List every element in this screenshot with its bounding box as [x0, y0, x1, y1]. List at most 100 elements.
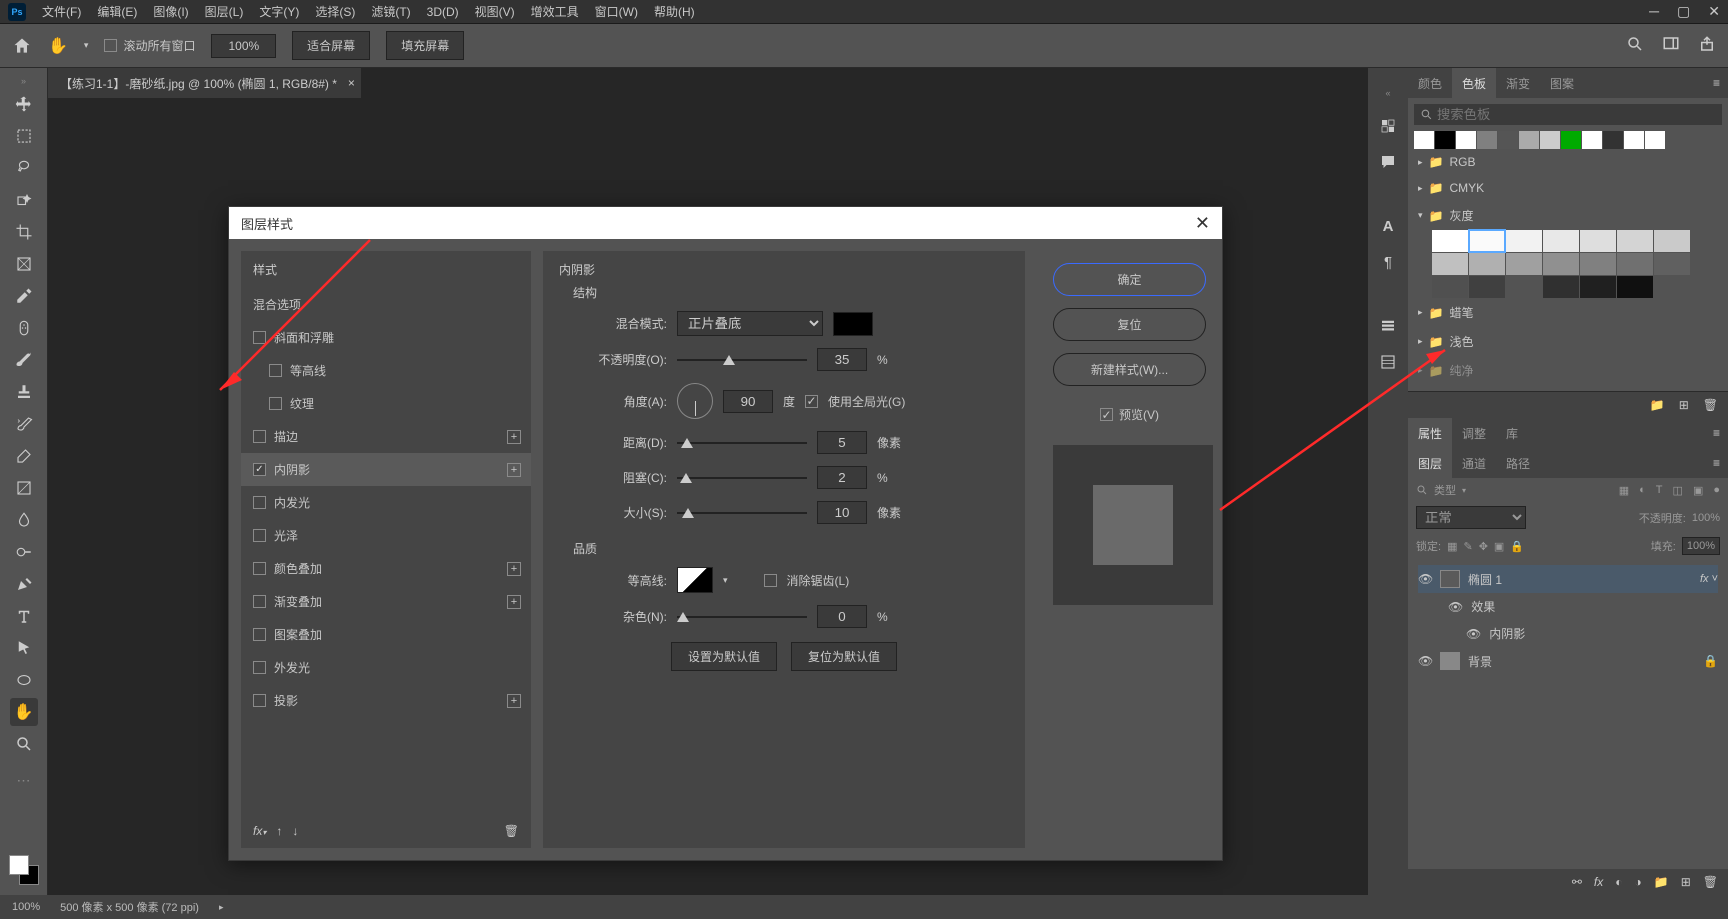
history-panel-icon[interactable] — [1374, 312, 1402, 340]
layer-fx-icon[interactable]: fx — [1594, 875, 1603, 889]
gray-swatch[interactable] — [1506, 253, 1542, 275]
light-group[interactable]: ▸📁浅色 — [1414, 327, 1722, 356]
layer-blend-mode[interactable]: 正常 — [1416, 506, 1526, 529]
layer-ellipse[interactable]: 👁 椭圆 1 fx ˅ — [1418, 565, 1718, 593]
layer-effects-row[interactable]: 👁 效果 — [1418, 593, 1718, 620]
effect-visibility-icon[interactable]: 👁 — [1466, 627, 1481, 641]
layer-background[interactable]: 👁 背景 🔒 — [1418, 647, 1718, 675]
gray-swatch[interactable] — [1654, 230, 1690, 252]
effect-checkbox[interactable] — [269, 364, 282, 377]
more-group[interactable]: ▸📁纯净 — [1414, 356, 1722, 385]
gray-group[interactable]: ▾📁灰度 — [1414, 201, 1722, 230]
dodge-tool[interactable] — [10, 538, 38, 566]
new-layer-icon[interactable]: ⊞ — [1681, 875, 1691, 889]
layer-fx-badge[interactable]: fx ˅ — [1700, 573, 1718, 585]
effect-item-10[interactable]: 外发光 — [241, 651, 531, 684]
menu-select[interactable]: 选择(S) — [315, 3, 355, 20]
minimize-icon[interactable]: ─ — [1649, 3, 1659, 20]
swatch[interactable] — [1540, 131, 1560, 149]
gray-swatch[interactable] — [1432, 276, 1468, 298]
gray-swatch[interactable] — [1469, 276, 1505, 298]
fill-screen-button[interactable]: 填充屏幕 — [386, 31, 464, 60]
new-swatch-icon[interactable]: ⊞ — [1679, 398, 1689, 412]
swatch[interactable] — [1561, 131, 1581, 149]
tab-adjustments[interactable]: 调整 — [1452, 418, 1496, 448]
menu-window[interactable]: 窗口(W) — [595, 3, 638, 20]
angle-input[interactable] — [723, 390, 773, 413]
size-input[interactable] — [817, 501, 867, 524]
filter-adjust-icon[interactable]: ◐ — [1639, 484, 1646, 497]
add-effect-icon[interactable]: + — [507, 430, 521, 444]
history-brush-tool[interactable] — [10, 410, 38, 438]
effect-checkbox[interactable] — [253, 430, 266, 443]
char-panel-icon[interactable]: A — [1374, 212, 1402, 240]
document-tab[interactable]: 【练习1-1】-磨砂纸.jpg @ 100% (椭圆 1, RGB/8#) * … — [48, 68, 361, 98]
gray-swatch[interactable] — [1617, 276, 1653, 298]
dialog-close-button[interactable]: ✕ — [1195, 213, 1210, 234]
layers-panel-menu-icon[interactable]: ≡ — [1705, 456, 1728, 470]
tab-layers[interactable]: 图层 — [1408, 448, 1452, 478]
effect-checkbox[interactable] — [253, 628, 266, 641]
color-panel-icon[interactable] — [1374, 112, 1402, 140]
hand-tool[interactable]: ✋ — [10, 698, 38, 726]
gray-swatch[interactable] — [1580, 253, 1616, 275]
effect-checkbox[interactable] — [253, 694, 266, 707]
delete-swatch-icon[interactable]: 🗑 — [1703, 398, 1718, 412]
menu-plugins[interactable]: 增效工具 — [531, 3, 579, 20]
gray-swatch[interactable] — [1432, 253, 1468, 275]
bg-thumbnail[interactable] — [1440, 652, 1460, 670]
menu-filter[interactable]: 滤镜(T) — [371, 3, 410, 20]
swatch-search-input[interactable] — [1437, 107, 1716, 122]
blending-options-item[interactable]: 混合选项 — [241, 288, 531, 321]
gray-swatch[interactable] — [1580, 230, 1616, 252]
effect-checkbox[interactable] — [253, 595, 266, 608]
contour-picker[interactable] — [677, 567, 713, 593]
eyedropper-tool[interactable] — [10, 282, 38, 310]
choke-input[interactable] — [817, 466, 867, 489]
fx-icon[interactable]: fx▾ — [253, 824, 266, 838]
color-swatches[interactable] — [9, 855, 39, 885]
menu-layer[interactable]: 图层(L) — [205, 3, 244, 20]
zoom-tool[interactable] — [10, 730, 38, 758]
tab-channels[interactable]: 通道 — [1452, 448, 1496, 478]
comment-panel-icon[interactable] — [1374, 148, 1402, 176]
gray-swatch[interactable] — [1543, 230, 1579, 252]
lock-brush-icon[interactable]: ✎ — [1463, 540, 1472, 553]
crop-tool[interactable] — [10, 218, 38, 246]
pen-tool[interactable] — [10, 570, 38, 598]
cancel-button[interactable]: 复位 — [1053, 308, 1206, 341]
gray-swatch[interactable] — [1617, 230, 1653, 252]
visibility-icon[interactable]: 👁 — [1418, 572, 1432, 586]
new-style-button[interactable]: 新建样式(W)... — [1053, 353, 1206, 386]
menu-edit[interactable]: 编辑(E) — [97, 3, 137, 20]
share-icon[interactable] — [1698, 35, 1716, 56]
frame-tool[interactable] — [10, 250, 38, 278]
home-icon[interactable] — [12, 36, 32, 56]
swatch[interactable] — [1645, 131, 1665, 149]
status-dimensions[interactable]: 500 像素 x 500 像素 (72 ppi) — [60, 899, 199, 915]
blend-mode-select[interactable]: 正片叠底 — [677, 311, 823, 336]
effect-item-4[interactable]: 内阴影+ — [241, 453, 531, 486]
actions-panel-icon[interactable] — [1374, 348, 1402, 376]
layer-mask-icon[interactable]: ◐ — [1615, 875, 1622, 889]
effect-checkbox[interactable] — [253, 331, 266, 344]
gray-swatch[interactable] — [1432, 230, 1468, 252]
bg-visibility-icon[interactable]: 👁 — [1418, 654, 1432, 668]
add-effect-icon[interactable]: + — [507, 562, 521, 576]
add-effect-icon[interactable]: + — [507, 694, 521, 708]
noise-slider[interactable] — [677, 610, 807, 624]
gray-swatch[interactable] — [1654, 253, 1690, 275]
effect-item-3[interactable]: 描边+ — [241, 420, 531, 453]
cmyk-group[interactable]: ▸📁CMYK — [1414, 175, 1722, 201]
workspace-icon[interactable] — [1662, 35, 1680, 56]
delete-layer-icon[interactable]: 🗑 — [1703, 875, 1718, 889]
distance-slider[interactable] — [677, 436, 807, 450]
edit-toolbar-icon[interactable]: ⋯ — [17, 772, 31, 789]
menu-3d[interactable]: 3D(D) — [427, 5, 459, 19]
lasso-tool[interactable] — [10, 154, 38, 182]
stamp-tool[interactable] — [10, 378, 38, 406]
swatch-search[interactable] — [1414, 104, 1722, 125]
effect-item-9[interactable]: 图案叠加 — [241, 618, 531, 651]
swatch-folder-icon[interactable]: 📁 — [1650, 398, 1665, 412]
gray-swatch[interactable] — [1617, 253, 1653, 275]
